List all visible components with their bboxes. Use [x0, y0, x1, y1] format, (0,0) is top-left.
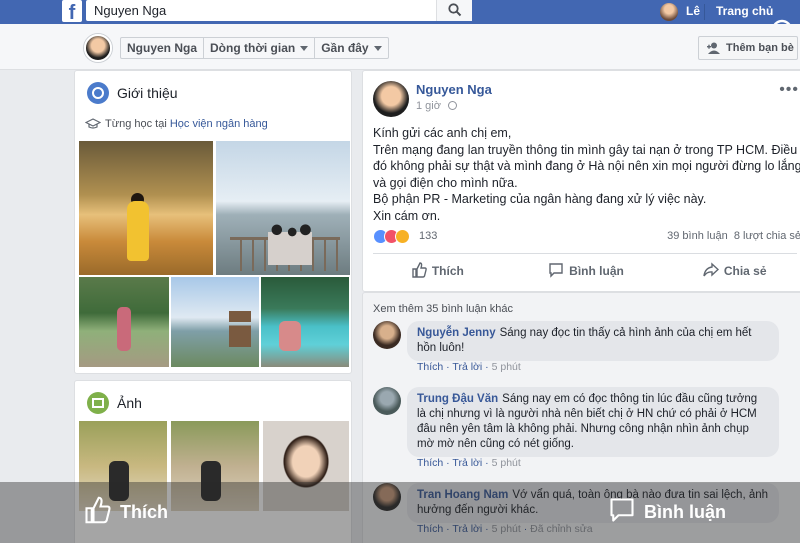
post-text: Kính gửi các anh chị em, Trên mạng đang …: [373, 125, 800, 224]
intro-card: Giới thiệu Từng học tại Học viện ngân hà…: [74, 70, 352, 374]
featured-photo[interactable]: [79, 141, 213, 275]
photo-subject: [268, 221, 312, 265]
comment-icon: [549, 263, 563, 278]
comment-label: Bình luận: [569, 264, 624, 278]
featured-photo[interactable]: [261, 277, 349, 367]
photos-header: Ảnh: [87, 391, 142, 415]
thumbs-up-icon: [412, 262, 427, 278]
commenter-avatar[interactable]: [373, 387, 401, 415]
engagement-counts: 39 bình luận 8 lượt chia sẻ: [667, 230, 800, 242]
photo-subject: [279, 321, 301, 351]
commenter-name[interactable]: Trung Đậu Văn: [417, 393, 498, 405]
intro-header: Giới thiệu: [87, 81, 178, 105]
reaction-count: 133: [419, 230, 438, 242]
overlay-like-label: Thích: [120, 502, 168, 522]
share-button[interactable]: Chia sẻ: [660, 255, 800, 287]
overlay-comment-label: Bình luận: [644, 502, 726, 522]
comment-time: 5 phút: [491, 457, 521, 469]
comment-bubble: Nguyễn Jenny Sáng nay đọc tin thấy cả hìn…: [407, 321, 779, 361]
intro-title: Giới thiệu: [117, 85, 178, 101]
profile-nav-buttons: Nguyen Nga Dòng thời gian Gần đây: [120, 37, 389, 59]
share-count[interactable]: 8 lượt chia sẻ: [734, 230, 800, 242]
view-more-comments-link[interactable]: Xem thêm 35 bình luận khác: [373, 303, 513, 315]
divider: [373, 253, 797, 254]
photo-subject: [117, 307, 131, 351]
profile-name-button[interactable]: Nguyen Nga: [121, 38, 205, 58]
chevron-down-icon: [373, 46, 382, 52]
add-friend-button[interactable]: Thêm bạn bè: [698, 36, 798, 60]
comment-like-link[interactable]: Thích: [417, 457, 443, 469]
commenter-avatar[interactable]: [373, 321, 401, 349]
comment-like-link[interactable]: Thích: [417, 361, 443, 373]
post-meta: 1 giờ: [416, 100, 458, 112]
recent-dropdown[interactable]: Gần đây: [315, 38, 387, 58]
education-link[interactable]: Học viện ngân hàng: [170, 118, 268, 130]
featured-photo[interactable]: [171, 277, 259, 367]
like-label: Thích: [431, 264, 464, 278]
home-link[interactable]: Trang chủ: [716, 4, 773, 18]
add-friend-icon: [707, 42, 720, 54]
education-prefix: Từng học tại: [105, 118, 167, 130]
graduation-cap-icon: [85, 118, 101, 129]
post-line: Kính gửi các anh chị em,: [373, 126, 512, 140]
divider: [704, 4, 705, 20]
comment-button[interactable]: Bình luận: [512, 255, 661, 287]
comment-reply-link[interactable]: Trả lời: [452, 361, 482, 373]
post-line: Trên mạng đang lan truyền thông tin mình…: [373, 142, 800, 190]
photo-detail: [229, 311, 251, 347]
search-input[interactable]: Nguyen Nga: [94, 3, 166, 18]
post-timestamp[interactable]: 1 giờ: [416, 100, 441, 112]
current-user-avatar[interactable]: [660, 3, 678, 21]
search-icon: [448, 3, 462, 17]
timeline-dropdown[interactable]: Dòng thời gian: [204, 38, 316, 58]
photo-subject: [127, 201, 149, 261]
wow-reaction-icon: [395, 229, 410, 244]
comment-bubble: Trung Đậu Văn Sáng nay em có đọc thông ti…: [407, 387, 779, 457]
post-card: Nguyen Nga 1 giờ ••• Kính gửi các anh ch…: [362, 70, 800, 292]
current-user-name[interactable]: Lê: [686, 4, 700, 18]
comment-actions: Thích · Trả lời · 5 phút: [417, 457, 521, 469]
comment-time: 5 phút: [491, 361, 521, 373]
globe-icon: [87, 82, 109, 104]
search-box[interactable]: Nguyen Nga: [86, 0, 472, 21]
facebook-window: f Nguyen Nga Lê Trang chủ Nguyen Nga Dòn…: [0, 0, 800, 543]
post-line: Xin cám ơn.: [373, 208, 441, 223]
search-button[interactable]: [436, 0, 472, 21]
public-globe-icon: [448, 101, 458, 110]
top-navigation-bar: f Nguyen Nga Lê Trang chủ: [0, 0, 800, 24]
post-line: Bộ phận PR - Marketing của ngân hàng đan…: [373, 192, 707, 206]
recent-label: Gần đây: [321, 41, 369, 55]
share-icon: [703, 262, 719, 277]
comment-count[interactable]: 39 bình luận: [667, 230, 728, 242]
more-options-icon[interactable]: •••: [779, 81, 799, 99]
comment-icon: [610, 498, 634, 522]
thumbs-up-icon: [85, 496, 111, 524]
add-friend-label: Thêm bạn bè: [726, 42, 794, 54]
post-author-name[interactable]: Nguyen Nga: [416, 82, 492, 97]
timeline-label: Dòng thời gian: [210, 41, 296, 55]
photos-title[interactable]: Ảnh: [117, 395, 142, 411]
comment-actions: Thích · Trả lời · 5 phút: [417, 361, 521, 373]
featured-photo[interactable]: [216, 141, 350, 275]
like-button[interactable]: Thích: [363, 255, 512, 287]
post-actions: Thích Bình luận Chia sẻ: [363, 255, 800, 287]
photo-icon: [87, 392, 109, 414]
share-label: Chia sẻ: [723, 264, 767, 278]
comment-reply-link[interactable]: Trả lời: [452, 457, 482, 469]
profile-avatar[interactable]: [84, 34, 112, 62]
post-author-avatar[interactable]: [373, 81, 409, 117]
profile-navigation: Nguyen Nga Dòng thời gian Gần đây Thêm b…: [0, 24, 800, 70]
chevron-down-icon: [300, 46, 309, 52]
facebook-logo-icon[interactable]: f: [62, 0, 82, 24]
featured-photo[interactable]: [79, 277, 169, 367]
commenter-name[interactable]: Nguyễn Jenny: [417, 327, 496, 339]
education-item: Từng học tại Học viện ngân hàng: [85, 118, 268, 130]
